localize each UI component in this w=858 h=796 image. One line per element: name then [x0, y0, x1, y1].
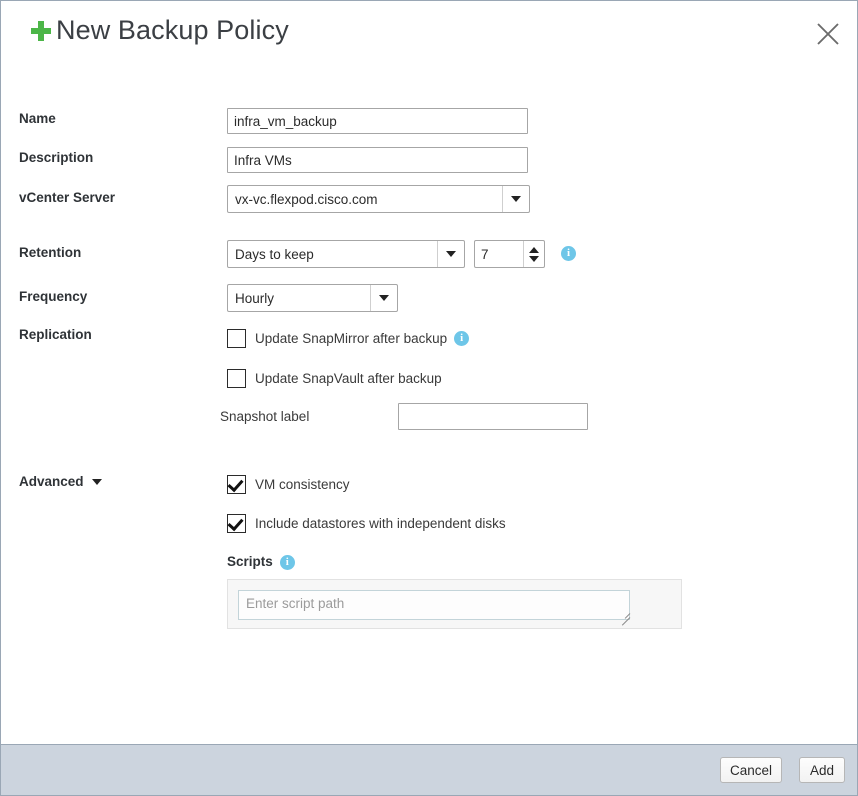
plus-icon [31, 20, 51, 41]
chevron-down-icon[interactable] [437, 241, 464, 267]
include-datastores-checkbox-row[interactable]: Include datastores with independent disk… [227, 514, 506, 533]
new-backup-policy-dialog: New Backup Policy Name Description vCent… [0, 0, 858, 796]
advanced-toggle[interactable]: Advanced [19, 474, 102, 489]
frequency-value: Hourly [235, 290, 275, 306]
description-label: Description [19, 150, 94, 165]
dialog-titlebar: New Backup Policy [1, 1, 857, 71]
description-input[interactable] [227, 147, 528, 173]
snapmirror-info-icon[interactable]: i [454, 331, 470, 346]
retention-label: Retention [19, 245, 82, 260]
retention-type-select[interactable]: Days to keep [227, 240, 465, 268]
close-icon[interactable] [811, 17, 845, 51]
stepper-up-icon[interactable] [529, 246, 539, 253]
form-row-retention: Retention Days to keep 7 i [1, 238, 857, 268]
include-datastores-checkbox[interactable] [227, 514, 246, 533]
vm-consistency-checkbox[interactable] [227, 475, 246, 494]
replication-label: Replication [19, 327, 92, 342]
vcenter-server-select[interactable]: vx-vc.flexpod.cisco.com [227, 185, 530, 213]
scripts-info-icon[interactable]: i [279, 554, 295, 570]
vm-consistency-label: VM consistency [255, 477, 350, 492]
frequency-label: Frequency [19, 289, 88, 304]
scripts-label: Scripts [227, 554, 273, 569]
vcenter-server-label: vCenter Server [19, 190, 116, 205]
include-datastores-label: Include datastores with independent disk… [255, 516, 506, 531]
name-input[interactable] [227, 108, 528, 134]
dialog-title-group: New Backup Policy [31, 15, 289, 46]
chevron-down-icon[interactable] [502, 186, 529, 212]
snapmirror-checkbox[interactable] [227, 329, 246, 348]
scripts-panel [227, 579, 682, 629]
script-path-input[interactable] [238, 590, 630, 620]
snapvault-checkbox[interactable] [227, 369, 246, 388]
retention-count-value: 7 [481, 246, 489, 262]
retention-type-value: Days to keep [235, 246, 314, 262]
form-row-name: Name [1, 104, 857, 134]
snapvault-label: Update SnapVault after backup [255, 371, 442, 386]
form-row-frequency: Frequency Hourly [1, 282, 857, 312]
frequency-select[interactable]: Hourly [227, 284, 398, 312]
vm-consistency-checkbox-row[interactable]: VM consistency [227, 475, 350, 494]
retention-count-stepper[interactable]: 7 [474, 240, 545, 268]
snapmirror-label: Update SnapMirror after backup [255, 331, 448, 346]
snapshot-label-input[interactable] [398, 403, 588, 430]
dialog-footer: Cancel Add [1, 744, 857, 795]
advanced-label: Advanced [19, 474, 84, 489]
form-row-vcenter-server: vCenter Server vx-vc.flexpod.cisco.com [1, 183, 857, 213]
add-button[interactable]: Add [799, 757, 845, 783]
page-title: New Backup Policy [56, 15, 289, 45]
stepper-down-icon[interactable] [529, 255, 539, 262]
stepper-arrows[interactable] [523, 241, 544, 267]
snapshot-label-label: Snapshot label [220, 409, 310, 424]
form-row-description: Description [1, 143, 857, 173]
cancel-button[interactable]: Cancel [720, 757, 782, 783]
scripts-section-label: Scripts i [227, 554, 295, 570]
snapvault-checkbox-row[interactable]: Update SnapVault after backup [227, 369, 442, 388]
chevron-down-icon[interactable] [91, 479, 102, 486]
vcenter-server-value: vx-vc.flexpod.cisco.com [235, 191, 378, 207]
retention-info-icon[interactable]: i [561, 246, 576, 261]
chevron-down-icon[interactable] [370, 285, 397, 311]
name-label: Name [19, 111, 56, 126]
snapmirror-checkbox-row[interactable]: Update SnapMirror after backup i [227, 329, 470, 348]
